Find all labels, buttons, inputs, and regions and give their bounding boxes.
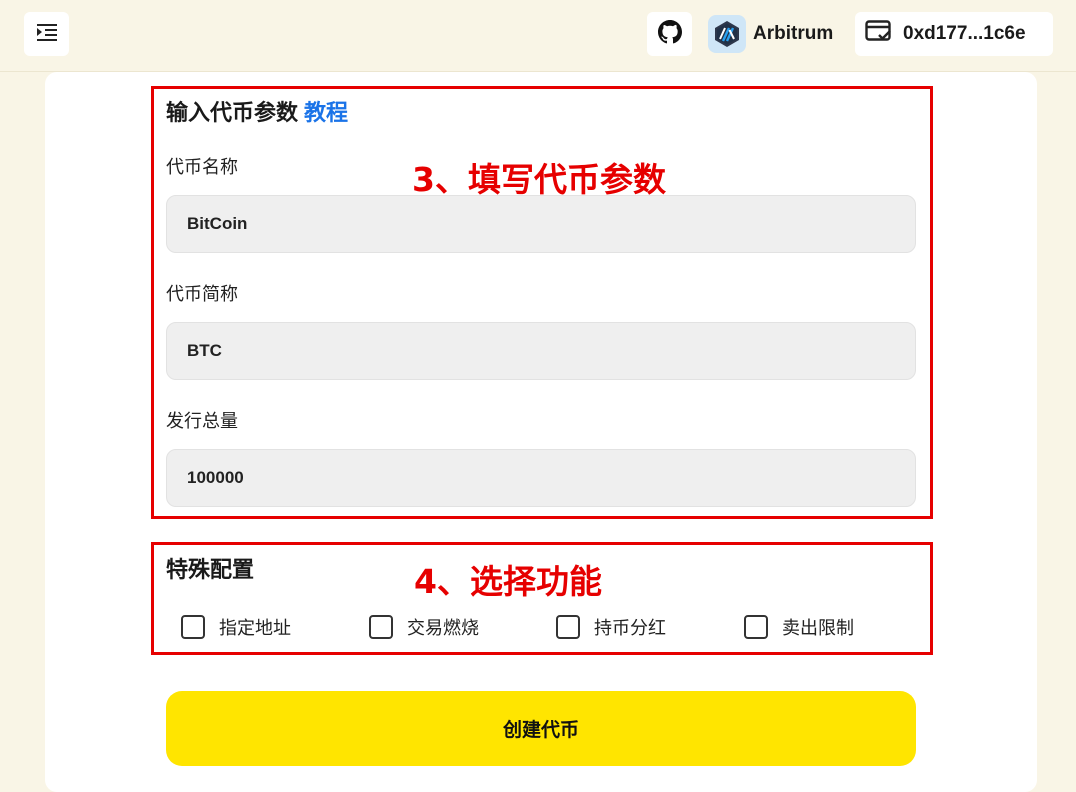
github-icon [657, 20, 682, 48]
menu-toggle-button[interactable] [24, 12, 69, 56]
menu-indent-icon [36, 23, 57, 45]
arbitrum-logo-icon [708, 15, 746, 53]
network-selector[interactable]: Arbitrum [708, 14, 833, 54]
network-name: Arbitrum [753, 23, 834, 44]
wallet-address: 0xd177...1c6e [903, 23, 1026, 44]
create-token-button[interactable]: 创建代币 [166, 691, 916, 766]
wallet-icon [855, 19, 903, 49]
annotation-box-step3 [151, 86, 933, 519]
annotation-step3: 3、填写代币参数 [412, 160, 666, 199]
github-button[interactable] [647, 12, 692, 56]
wallet-button[interactable]: 0xd177...1c6e [855, 12, 1053, 56]
top-header: Arbitrum 0xd177...1c6e [0, 0, 1076, 72]
annotation-step4: 4、选择功能 [414, 562, 602, 601]
